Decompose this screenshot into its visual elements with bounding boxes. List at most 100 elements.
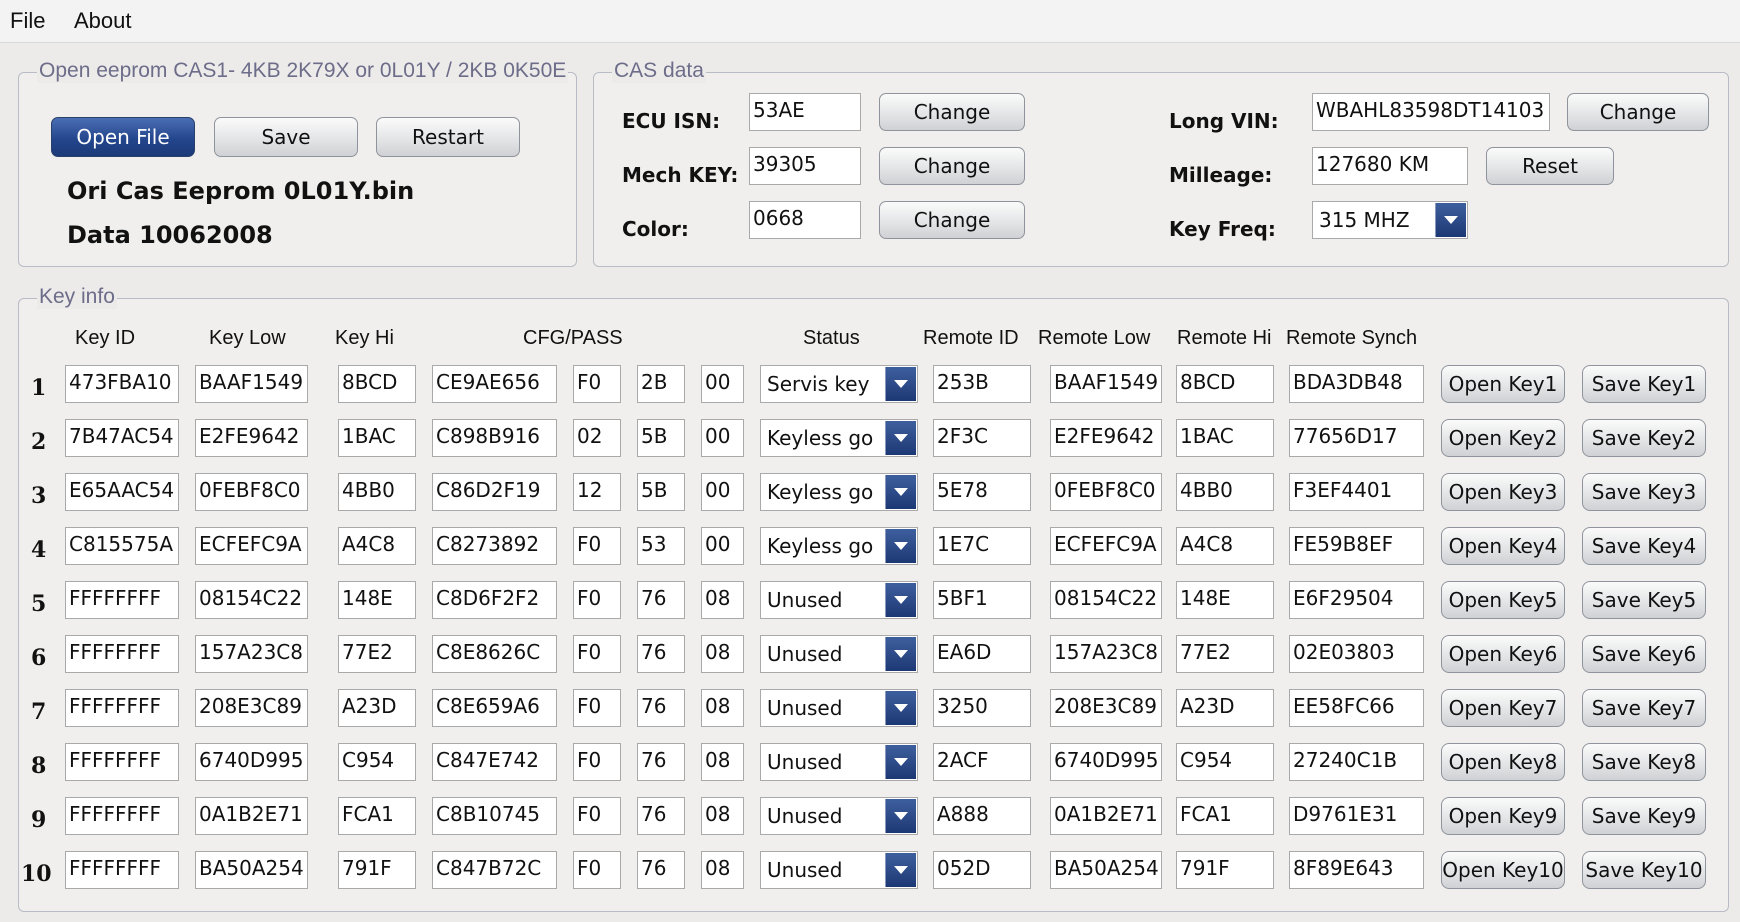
key-low-field[interactable]: BA50A254 [195, 851, 308, 889]
pass3-field[interactable]: 08 [701, 689, 744, 727]
key-id-field[interactable]: C815575A [65, 527, 179, 565]
open-key-button[interactable]: Open Key2 [1441, 419, 1565, 457]
key-hi-field[interactable]: 148E [338, 581, 416, 619]
remote-low-field[interactable]: 0FEBF8C0 [1050, 473, 1162, 511]
save-key-button[interactable]: Save Key8 [1582, 743, 1706, 781]
status-select[interactable]: Unused [760, 689, 918, 727]
pass1-field[interactable]: 02 [573, 419, 621, 457]
cfg-field[interactable]: C898B916 [432, 419, 557, 457]
save-key-button[interactable]: Save Key6 [1582, 635, 1706, 673]
pass1-field[interactable]: F0 [573, 527, 621, 565]
pass1-field[interactable]: F0 [573, 365, 621, 403]
remote-id-field[interactable]: 253B [933, 365, 1031, 403]
cfg-field[interactable]: C8B10745 [432, 797, 557, 835]
remote-synch-field[interactable]: 77656D17 [1289, 419, 1424, 457]
key-id-field[interactable]: FFFFFFFF [65, 689, 179, 727]
key-low-field[interactable]: 0A1B2E71 [195, 797, 308, 835]
cfg-field[interactable]: C847E742 [432, 743, 557, 781]
menu-file[interactable]: File [10, 8, 45, 34]
open-key-button[interactable]: Open Key6 [1441, 635, 1565, 673]
key-hi-field[interactable]: FCA1 [338, 797, 416, 835]
chevron-down-icon[interactable] [885, 853, 916, 887]
remote-hi-field[interactable]: 4BB0 [1176, 473, 1274, 511]
remote-low-field[interactable]: BAAF1549 [1050, 365, 1162, 403]
ecu-isn-change-button[interactable]: Change [879, 93, 1025, 131]
chevron-down-icon[interactable] [885, 799, 916, 833]
save-key-button[interactable]: Save Key4 [1582, 527, 1706, 565]
open-key-button[interactable]: Open Key9 [1441, 797, 1565, 835]
remote-low-field[interactable]: 0A1B2E71 [1050, 797, 1162, 835]
pass2-field[interactable]: 76 [637, 743, 685, 781]
status-select[interactable]: Servis key [760, 365, 918, 403]
status-select[interactable]: Keyless go [760, 419, 918, 457]
key-hi-field[interactable]: 77E2 [338, 635, 416, 673]
key-id-field[interactable]: FFFFFFFF [65, 635, 179, 673]
long-vin-field[interactable]: WBAHL83598DT14103 [1312, 93, 1550, 131]
remote-hi-field[interactable]: 8BCD [1176, 365, 1274, 403]
chevron-down-icon[interactable] [885, 583, 916, 617]
remote-low-field[interactable]: 208E3C89 [1050, 689, 1162, 727]
status-select[interactable]: Unused [760, 851, 918, 889]
key-low-field[interactable]: 0FEBF8C0 [195, 473, 308, 511]
open-key-button[interactable]: Open Key5 [1441, 581, 1565, 619]
pass1-field[interactable]: 12 [573, 473, 621, 511]
remote-synch-field[interactable]: 8F89E643 [1289, 851, 1424, 889]
key-hi-field[interactable]: 8BCD [338, 365, 416, 403]
remote-id-field[interactable]: 5E78 [933, 473, 1031, 511]
remote-low-field[interactable]: E2FE9642 [1050, 419, 1162, 457]
open-file-button[interactable]: Open File [51, 117, 195, 157]
remote-hi-field[interactable]: A4C8 [1176, 527, 1274, 565]
mech-key-field[interactable]: 39305 [749, 147, 861, 185]
key-low-field[interactable]: E2FE9642 [195, 419, 308, 457]
pass3-field[interactable]: 00 [701, 419, 744, 457]
remote-id-field[interactable]: A888 [933, 797, 1031, 835]
key-low-field[interactable]: ECFEFC9A [195, 527, 308, 565]
pass1-field[interactable]: F0 [573, 797, 621, 835]
key-hi-field[interactable]: 4BB0 [338, 473, 416, 511]
remote-hi-field[interactable]: FCA1 [1176, 797, 1274, 835]
remote-hi-field[interactable]: 791F [1176, 851, 1274, 889]
open-key-button[interactable]: Open Key7 [1441, 689, 1565, 727]
pass1-field[interactable]: F0 [573, 689, 621, 727]
open-key-button[interactable]: Open Key1 [1441, 365, 1565, 403]
remote-hi-field[interactable]: C954 [1176, 743, 1274, 781]
cfg-field[interactable]: C8D6F2F2 [432, 581, 557, 619]
chevron-down-icon[interactable] [885, 691, 916, 725]
restart-button[interactable]: Restart [376, 117, 520, 157]
open-key-button[interactable]: Open Key3 [1441, 473, 1565, 511]
remote-low-field[interactable]: ECFEFC9A [1050, 527, 1162, 565]
pass2-field[interactable]: 76 [637, 689, 685, 727]
status-select[interactable]: Unused [760, 581, 918, 619]
cfg-field[interactable]: C8E8626C [432, 635, 557, 673]
save-key-button[interactable]: Save Key1 [1582, 365, 1706, 403]
save-key-button[interactable]: Save Key10 [1582, 851, 1706, 889]
pass3-field[interactable]: 08 [701, 851, 744, 889]
remote-hi-field[interactable]: A23D [1176, 689, 1274, 727]
save-key-button[interactable]: Save Key9 [1582, 797, 1706, 835]
status-select[interactable]: Keyless go [760, 473, 918, 511]
remote-id-field[interactable]: EA6D [933, 635, 1031, 673]
save-key-button[interactable]: Save Key7 [1582, 689, 1706, 727]
key-hi-field[interactable]: A23D [338, 689, 416, 727]
open-key-button[interactable]: Open Key4 [1441, 527, 1565, 565]
key-id-field[interactable]: FFFFFFFF [65, 581, 179, 619]
pass2-field[interactable]: 76 [637, 581, 685, 619]
chevron-down-icon[interactable] [885, 421, 916, 455]
mileage-reset-button[interactable]: Reset [1486, 147, 1614, 185]
open-key-button[interactable]: Open Key10 [1441, 851, 1565, 889]
chevron-down-icon[interactable] [885, 745, 916, 779]
pass2-field[interactable]: 76 [637, 797, 685, 835]
pass2-field[interactable]: 5B [637, 473, 685, 511]
remote-synch-field[interactable]: F3EF4401 [1289, 473, 1424, 511]
cfg-field[interactable]: C847B72C [432, 851, 557, 889]
key-id-field[interactable]: FFFFFFFF [65, 743, 179, 781]
remote-hi-field[interactable]: 148E [1176, 581, 1274, 619]
remote-synch-field[interactable]: E6F29504 [1289, 581, 1424, 619]
mileage-field[interactable]: 127680 KM [1312, 147, 1468, 185]
chevron-down-icon[interactable] [1435, 203, 1466, 237]
remote-synch-field[interactable]: D9761E31 [1289, 797, 1424, 835]
save-key-button[interactable]: Save Key3 [1582, 473, 1706, 511]
status-select[interactable]: Unused [760, 797, 918, 835]
remote-id-field[interactable]: 052D [933, 851, 1031, 889]
save-key-button[interactable]: Save Key2 [1582, 419, 1706, 457]
